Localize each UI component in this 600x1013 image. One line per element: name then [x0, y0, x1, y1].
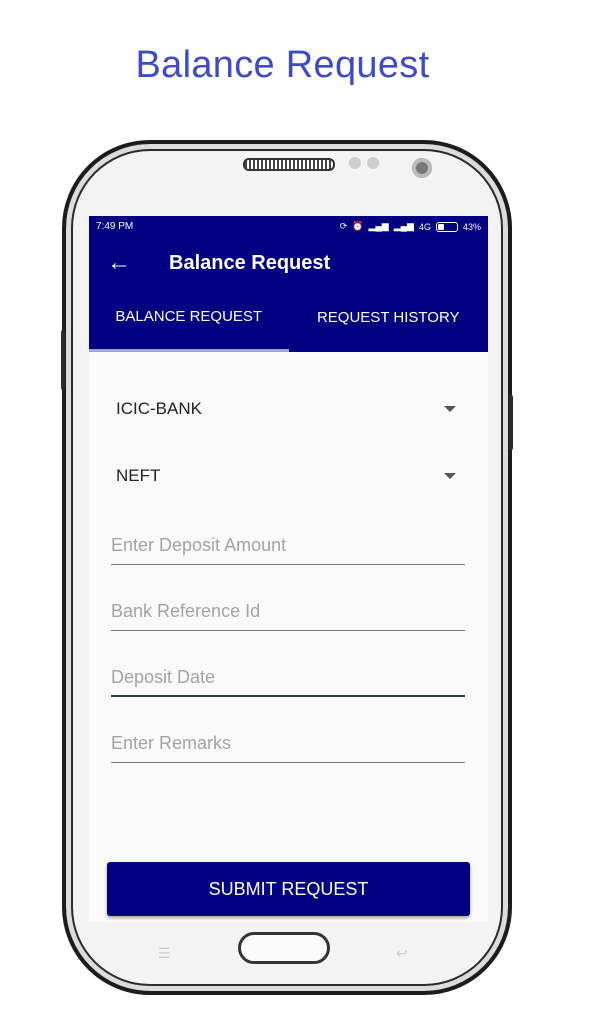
phone-sensor — [349, 157, 361, 169]
payment-mode-value: NEFT — [116, 465, 161, 485]
network-type: 4G — [418, 221, 431, 232]
back-key-icon: ↩ — [396, 945, 408, 961]
status-bar: 7:49 PM ⟳ ⏰ ▂▄▆ ▂▄▆ 4G 43% — [89, 216, 488, 237]
phone-power-button — [509, 395, 513, 450]
balance-request-form: ICIC-BANK NEFT — [89, 375, 488, 763]
battery-icon — [435, 221, 458, 232]
bank-reference-input[interactable] — [111, 591, 465, 631]
tab-balance-request[interactable]: BALANCE REQUEST — [89, 289, 289, 352]
battery-percent: 43% — [462, 221, 481, 232]
sync-icon: ⟳ — [339, 221, 348, 231]
phone-volume-button — [61, 330, 65, 390]
payment-mode-select[interactable]: NEFT — [111, 442, 466, 509]
chevron-down-icon — [444, 472, 456, 479]
back-arrow-icon[interactable]: ← — [89, 249, 149, 277]
bank-select-value: ICIC-BANK — [116, 398, 202, 418]
tab-request-history[interactable]: REQUEST HISTORY — [289, 289, 489, 352]
status-icons: ⟳ ⏰ ▂▄▆ ▂▄▆ 4G 43% — [340, 221, 481, 232]
menu-key-icon: ☰ — [158, 945, 171, 961]
home-button — [238, 932, 330, 964]
deposit-amount-input[interactable] — [111, 525, 465, 565]
promo-title: Balance Request — [135, 44, 430, 86]
submit-request-button[interactable]: SUBMIT REQUEST — [107, 862, 470, 916]
remarks-input[interactable] — [111, 723, 465, 763]
alarm-icon: ⏰ — [352, 221, 364, 231]
phone-camera — [412, 158, 432, 178]
bank-select[interactable]: ICIC-BANK — [111, 375, 466, 442]
page-title: Balance Request — [169, 251, 331, 274]
deposit-date-input[interactable] — [111, 657, 465, 697]
status-time: 7:49 PM — [96, 221, 134, 232]
signal-icon: ▂▄▆ — [368, 221, 389, 231]
phone-speaker — [243, 158, 335, 171]
chevron-down-icon — [444, 405, 456, 412]
app-bar: ← Balance Request — [89, 237, 488, 289]
app-screen: 7:49 PM ⟳ ⏰ ▂▄▆ ▂▄▆ 4G 43% ← Balance Req… — [89, 216, 488, 922]
tab-bar: BALANCE REQUEST REQUEST HISTORY — [89, 289, 488, 352]
signal-icon: ▂▄▆ — [393, 221, 414, 231]
phone-sensor — [367, 157, 379, 169]
